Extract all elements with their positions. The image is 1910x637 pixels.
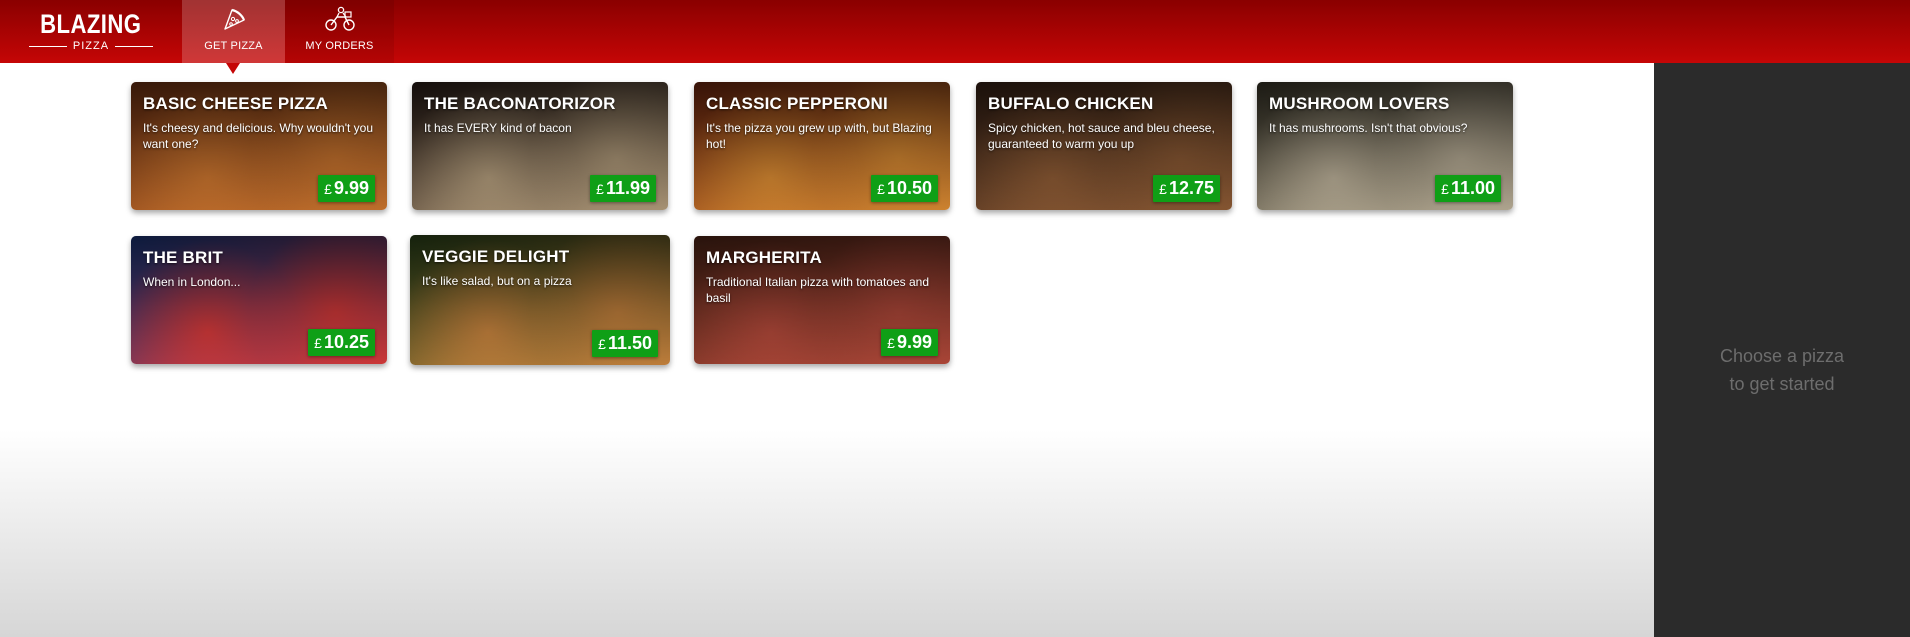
active-tab-indicator (226, 63, 240, 74)
currency-symbol: £ (1159, 180, 1167, 197)
price-badge: £12.75 (1153, 175, 1220, 202)
pizza-name: THE BACONATORIZOR (424, 94, 616, 113)
tab-get-pizza-label: GET PIZZA (204, 40, 263, 52)
empty-order-line-1: Choose a pizza (1719, 346, 1845, 366)
pizza-name: THE BRIT (143, 248, 223, 267)
tab-get-pizza[interactable]: GET PIZZA (182, 0, 285, 63)
empty-order-message: Choose a pizza to get started (1720, 342, 1844, 398)
pizza-card[interactable]: VEGGIE DELIGHT It's like salad, but on a … (410, 235, 670, 365)
pizza-description: Traditional Italian pizza with tomatoes … (706, 275, 930, 305)
pizza-card[interactable]: BUFFALO CHICKEN Spicy chicken, hot sauce … (976, 82, 1232, 210)
pizza-description: Spicy chicken, hot sauce and bleu cheese… (988, 121, 1215, 151)
price-amount: 11.50 (607, 333, 652, 353)
currency-symbol: £ (314, 334, 322, 351)
pizza-card[interactable]: THE BRIT When in London... £10.25 (131, 236, 387, 364)
currency-symbol: £ (598, 335, 606, 352)
price-badge: £9.99 (318, 175, 375, 202)
currency-symbol: £ (324, 180, 332, 197)
logo-title: BLAZING (40, 9, 142, 39)
top-bar: BLAZING PIZZA GET PIZZA MY ORDERS (0, 0, 1910, 63)
currency-symbol: £ (887, 334, 895, 351)
pizza-description: It's like salad, but on a pizza (422, 274, 572, 288)
pizza-name: MUSHROOM LOVERS (1269, 94, 1450, 113)
pizza-card[interactable]: MARGHERITA Traditional Italian pizza with… (694, 236, 950, 364)
pizza-card[interactable]: CLASSIC PEPPERONI It's the pizza you grew… (694, 82, 950, 210)
currency-symbol: £ (596, 180, 604, 197)
pizza-card[interactable]: MUSHROOM LOVERS It has mushrooms. Isn't t… (1257, 82, 1513, 210)
pizza-slice-icon (223, 8, 245, 30)
tab-my-orders-label: MY ORDERS (305, 40, 374, 52)
currency-symbol: £ (1441, 180, 1449, 197)
price-badge: £11.00 (1435, 175, 1501, 202)
price-badge: £11.50 (592, 330, 658, 357)
logo-subtitle: PIZZA (28, 40, 154, 52)
blazing-pizza-logo[interactable]: BLAZING PIZZA (0, 0, 182, 63)
pizza-description: It has mushrooms. Isn't that obvious? (1269, 121, 1468, 135)
price-amount: 10.25 (323, 332, 369, 352)
price-badge: £10.25 (308, 329, 375, 356)
pizza-name: BUFFALO CHICKEN (988, 94, 1154, 113)
pizza-description: When in London... (143, 275, 241, 289)
pizza-card[interactable]: THE BACONATORIZOR It has EVERY kind of ba… (412, 82, 668, 210)
pizza-description: It's the pizza you grew up with, but Bla… (706, 121, 932, 151)
price-amount: 12.75 (1168, 178, 1214, 198)
price-amount: 11.99 (605, 178, 650, 198)
pizza-name: CLASSIC PEPPERONI (706, 94, 888, 113)
order-sidebar: Choose a pizza to get started (1654, 63, 1910, 637)
pizza-description: It has EVERY kind of bacon (424, 121, 572, 135)
tab-my-orders[interactable]: MY ORDERS (285, 0, 394, 63)
pizza-description: It's cheesy and delicious. Why wouldn't … (143, 121, 374, 151)
pizza-name: BASIC CHEESE PIZZA (143, 94, 328, 113)
price-amount: 9.99 (333, 178, 369, 198)
price-badge: £11.99 (590, 175, 656, 202)
price-amount: 10.50 (886, 178, 932, 198)
currency-symbol: £ (877, 180, 885, 197)
logo-subtitle-text: PIZZA (72, 40, 110, 52)
price-badge: £10.50 (871, 175, 938, 202)
pizza-name: MARGHERITA (706, 248, 822, 267)
empty-order-line-2: to get started (1729, 374, 1835, 394)
price-amount: 11.00 (1450, 178, 1495, 198)
pizza-card[interactable]: BASIC CHEESE PIZZA It's cheesy and delici… (131, 82, 387, 210)
delivery-bike-icon (324, 6, 355, 31)
pizza-name: VEGGIE DELIGHT (422, 247, 570, 266)
price-amount: 9.99 (896, 332, 932, 352)
price-badge: £9.99 (881, 329, 938, 356)
